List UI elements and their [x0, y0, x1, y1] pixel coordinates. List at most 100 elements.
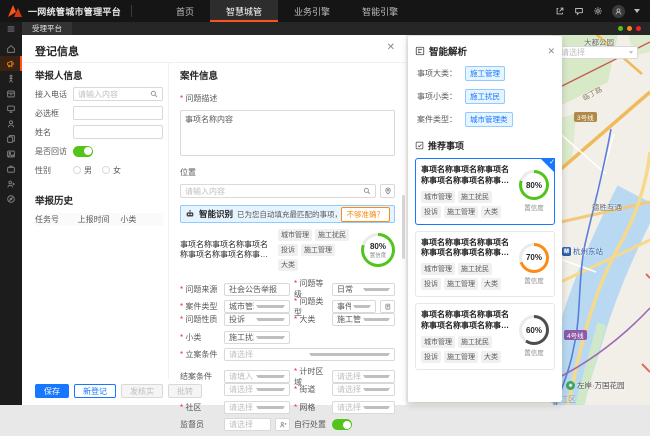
- card-1-tag-0: 城市管理: [421, 263, 455, 275]
- caret-down-icon[interactable]: [634, 9, 640, 13]
- select-5-1[interactable]: 请选择: [332, 370, 395, 383]
- compass-icon[interactable]: [0, 191, 22, 206]
- not-accurate-button[interactable]: 不够准确？: [341, 207, 391, 222]
- field-label-大类: 大类: [294, 314, 328, 325]
- nav-item-2[interactable]: 业务引擎: [278, 0, 346, 22]
- location-input[interactable]: 请输入内容: [180, 184, 376, 198]
- card-0-tag-0: 城市管理: [421, 191, 455, 203]
- recommend-card-0[interactable]: ✓事项名称事项名称事项名称事项名称事项名称事项名称事...城市管理施工扰民投诉施…: [415, 158, 555, 225]
- megaphone-icon[interactable]: [0, 56, 22, 71]
- search-icon[interactable]: [150, 90, 158, 98]
- divider: [168, 63, 169, 379]
- select-4-0[interactable]: 请选择: [224, 348, 395, 361]
- nav-item-0[interactable]: 首页: [160, 0, 210, 22]
- select-3-0[interactable]: 施工扰民: [224, 331, 290, 344]
- case-info-section: 案件信息 问题描述 事项名称内容 位置 请输入内容 智能识别 已为您自动填充最匹…: [180, 68, 395, 436]
- card-2-tag-3: 施工管理: [444, 351, 478, 363]
- user-plus-icon[interactable]: [0, 176, 22, 191]
- recommend-cards: ✓ 事项名称事项名称事项名称事项名称事项名称事项名称事...城市管理施工扰民投诉施…: [415, 158, 555, 370]
- map-label-metro-station: M杭州东站: [562, 246, 603, 257]
- select-1-1[interactable]: 事件: [332, 300, 376, 313]
- gender-label: 性别: [35, 165, 73, 176]
- map-filter-select[interactable]: 请选择: [556, 46, 638, 59]
- matched-item[interactable]: 事项名称事项名称事项名称事项名称事项名称事项名称事... 城市管理施工扰民投诉施…: [180, 229, 395, 271]
- chevron-down-icon: [309, 353, 391, 356]
- matched-tag-2: 投诉: [278, 244, 298, 256]
- history-col-1: 上报时间: [78, 214, 121, 225]
- matched-tag-3: 施工管理: [301, 244, 335, 256]
- ai-attr-row-2: 案件类型：城市管理类: [415, 112, 555, 127]
- ai-attr-value-0[interactable]: 施工管理: [465, 66, 505, 81]
- footer-actions: 保存新登记发核实批转: [35, 384, 202, 398]
- input-8-0[interactable]: 请选择: [224, 418, 271, 431]
- nav-item-3[interactable]: 智能引擎: [346, 0, 414, 22]
- name-input[interactable]: [73, 125, 163, 139]
- user-avatar[interactable]: [612, 5, 625, 18]
- analysis-icon: [415, 46, 425, 56]
- image-icon[interactable]: [0, 146, 22, 161]
- confidence-label: 置信度: [524, 347, 544, 357]
- gender-radio-male[interactable]: 男: [73, 165, 92, 176]
- toggle-自行处置[interactable]: [332, 419, 352, 430]
- tab-accept-platform[interactable]: 受理平台: [22, 22, 72, 35]
- external-link-icon[interactable]: [555, 6, 565, 16]
- select-2-0[interactable]: 投诉: [224, 313, 290, 326]
- card-0-tag-3: 施工管理: [444, 206, 478, 218]
- ai-attr-value-2[interactable]: 城市管理类: [465, 112, 513, 127]
- user-icon[interactable]: [0, 116, 22, 131]
- select-2-1[interactable]: 施工管理: [332, 313, 395, 326]
- close-icon[interactable]: ✕: [547, 46, 555, 57]
- confidence-label: 置信度: [524, 275, 544, 285]
- nav-item-1[interactable]: 智慧城管: [210, 0, 278, 22]
- select-6-0[interactable]: 请选择: [224, 383, 290, 396]
- doc-button[interactable]: [380, 300, 395, 313]
- recommend-title: 推荐事项: [428, 139, 464, 152]
- field-label-监督员: 监督员: [180, 419, 220, 430]
- field-label-问题性质: 问题性质: [180, 314, 220, 325]
- 保存-button[interactable]: 保存: [35, 384, 69, 398]
- archive-icon[interactable]: [0, 86, 22, 101]
- description-textarea[interactable]: 事项名称内容: [180, 110, 395, 156]
- card-2-tag-0: 城市管理: [421, 336, 455, 348]
- monitor-icon[interactable]: [0, 101, 22, 116]
- card-2-tag-2: 投诉: [421, 351, 441, 363]
- close-icon[interactable]: ✕: [387, 42, 395, 53]
- revisit-toggle[interactable]: [73, 146, 93, 157]
- select-1-0[interactable]: 城市管理类: [224, 300, 290, 313]
- 新登记-button[interactable]: 新登记: [74, 384, 116, 398]
- briefcase-icon[interactable]: [0, 161, 22, 176]
- recommend-card-1[interactable]: 事项名称事项名称事项名称事项名称事项名称事项名称事...城市管理施工扰民投诉施工…: [415, 231, 555, 298]
- copy-icon[interactable]: [0, 131, 22, 146]
- form-row-0: 问题来源社会公告举报问题等级日常: [180, 278, 395, 291]
- search-icon[interactable]: [363, 187, 371, 195]
- select-0-1[interactable]: 日常: [332, 283, 395, 296]
- nav-actions: [555, 5, 650, 18]
- desc-label: 问题描述: [180, 94, 217, 103]
- select-5-0[interactable]: 请填入: [224, 370, 290, 383]
- select-6-1[interactable]: 请选择: [332, 383, 395, 396]
- settings-icon[interactable]: [593, 6, 603, 16]
- input-0-0[interactable]: 社会公告举报: [224, 283, 290, 296]
- ai-attr-label-2: 案件类型：: [417, 114, 465, 125]
- phone-input[interactable]: 请输入内容: [73, 87, 163, 101]
- recommend-card-2[interactable]: 事项名称事项名称事项名称事项名称事项名称事项名称事...城市管理施工扰民投诉施工…: [415, 303, 555, 370]
- locate-button[interactable]: [380, 184, 395, 198]
- gender-radio-female[interactable]: 女: [102, 165, 121, 176]
- card-2-tag-1: 施工扰民: [458, 336, 492, 348]
- select-7-0[interactable]: 请选择: [224, 401, 290, 414]
- section-title-case: 案件信息: [180, 68, 395, 82]
- form-row-3: 小类施工扰民: [180, 331, 395, 344]
- select-7-1[interactable]: 请选择: [332, 401, 395, 414]
- scrollbar[interactable]: [402, 195, 405, 259]
- chevron-down-icon: [256, 388, 285, 391]
- home-icon[interactable]: [0, 41, 22, 56]
- chevron-down-icon: [256, 375, 285, 378]
- message-icon[interactable]: [574, 6, 584, 16]
- required-box-input[interactable]: [73, 106, 163, 120]
- selected-check-ribbon: ✓: [540, 158, 555, 173]
- person-walk-icon[interactable]: [0, 71, 22, 86]
- ai-attr-value-1[interactable]: 施工扰民: [465, 89, 505, 104]
- 批转-button: 批转: [168, 384, 202, 398]
- menu-toggle-icon[interactable]: [0, 22, 22, 35]
- user-add-button[interactable]: [275, 418, 290, 431]
